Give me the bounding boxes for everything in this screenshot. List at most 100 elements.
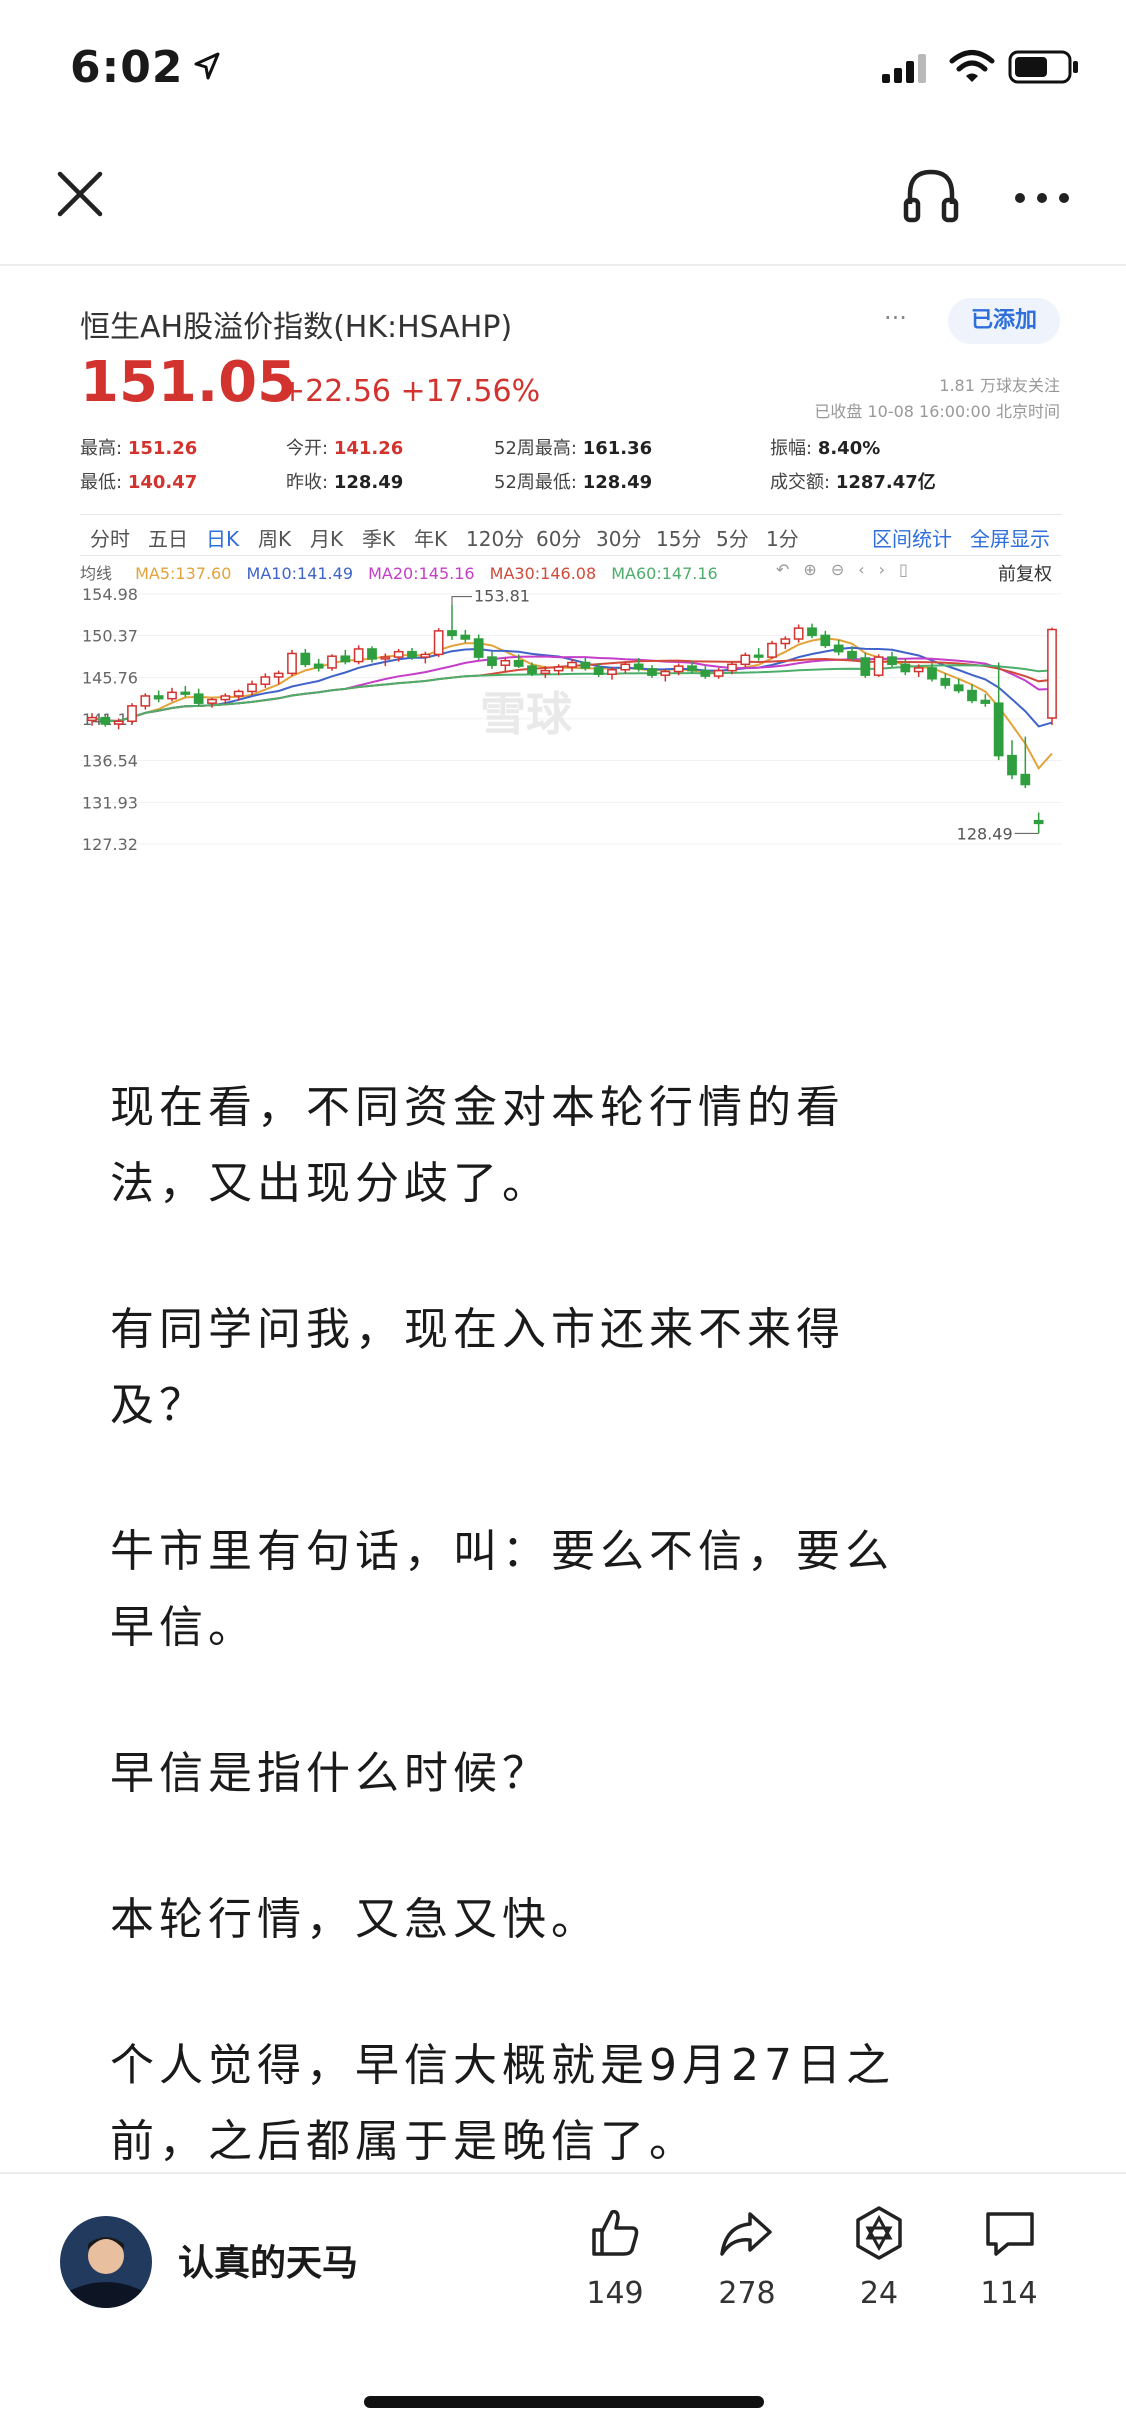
article-body: 现在看，不同资金对本轮行情的看 法，又出现分歧了。有同学问我，现在入市还来不来得及… [110, 1070, 1010, 2250]
candle-body [473, 638, 484, 658]
candle-body [340, 655, 351, 663]
watermark: 雪球 [480, 687, 573, 741]
candle-body [447, 630, 457, 637]
article-paragraph: 牛市里有句话，叫：要么不信，要么 早信。 [110, 1514, 1010, 1666]
article-paragraph: 有同学问我，现在入市还来不来得 及？ [110, 1292, 1010, 1444]
cellular-signal-icon [882, 54, 926, 83]
tab-fenshi[interactable]: 分时 [90, 523, 130, 552]
candle-body [127, 705, 137, 723]
candle-body [87, 716, 97, 722]
tab-5min[interactable]: 5分 [716, 523, 749, 552]
candle-body [140, 695, 151, 707]
candle-body [673, 665, 684, 673]
candle-body [820, 634, 831, 647]
candle-body [287, 652, 297, 675]
zoom-out-icon[interactable]: ⊖ [831, 560, 858, 579]
candle-body [807, 627, 817, 637]
min-label: 128.49 [957, 824, 1013, 843]
prev-icon[interactable]: ‹ [858, 560, 878, 579]
candle-body [420, 653, 431, 658]
candle-body [113, 720, 124, 725]
article-line: 现在看，不同资金对本轮行情的看 [110, 1082, 845, 1133]
status-time: 6:02 [70, 42, 184, 93]
footer-divider [0, 2172, 1126, 2174]
market-closed-info: 已收盘 10-08 16:00:00 北京时间 [814, 402, 1060, 421]
tab-wuri[interactable]: 五日 [148, 523, 188, 552]
candle-body [633, 663, 644, 670]
candle-body [713, 669, 724, 677]
tab-rik[interactable]: 日K [206, 523, 239, 552]
tab-15min[interactable]: 15分 [656, 523, 701, 552]
candle-body [193, 693, 204, 704]
y-tick-label: 127.32 [82, 835, 138, 854]
candle-body [367, 648, 377, 660]
candle-body [593, 667, 604, 676]
stat-open: 今开: 141.26 [286, 438, 404, 459]
candle-body [1047, 628, 1057, 719]
comment-count: 114 [980, 2276, 1038, 2311]
tab-yuek[interactable]: 月K [310, 523, 343, 552]
candle-body [487, 656, 497, 666]
tab-1min[interactable]: 1分 [766, 523, 799, 552]
candle-body [540, 669, 551, 675]
author-avatar[interactable] [60, 2216, 152, 2308]
candle-body [460, 634, 471, 640]
stat-52w-low: 52周最低: 128.49 [494, 472, 653, 493]
added-button[interactable]: 已添加 [948, 298, 1060, 344]
tab-jik[interactable]: 季K [362, 523, 395, 552]
tab-60min[interactable]: 60分 [536, 523, 581, 552]
nav-divider [0, 264, 1126, 266]
card-more-button[interactable]: ··· [884, 304, 907, 332]
article-line: 早信是指什么时候？ [110, 1748, 551, 1799]
candle-body [233, 690, 244, 697]
candlestick-chart[interactable]: 154.98150.37145.76141.17136.54131.93127.… [80, 580, 1062, 860]
candle-body [167, 691, 177, 700]
candle-body [1033, 819, 1044, 825]
tab-zhouk[interactable]: 周K [258, 523, 291, 552]
candle-body [300, 652, 311, 666]
tab-30min[interactable]: 30分 [596, 523, 641, 552]
tab-niank[interactable]: 年K [414, 523, 447, 552]
candle-body [220, 695, 231, 701]
candle-body [513, 659, 524, 667]
max-label: 153.81 [474, 587, 530, 606]
article-paragraph: 早信是指什么时候？ [110, 1736, 1010, 1812]
candle-body [967, 689, 977, 702]
battery-icon [1008, 50, 1078, 84]
comment-icon[interactable] [982, 2208, 1038, 2260]
author-name[interactable]: 认真的天马 [178, 2234, 358, 2286]
max-marker [451, 596, 472, 605]
candle-body [860, 657, 871, 676]
zoom-in-icon[interactable]: ⊕ [803, 560, 830, 579]
candle-body [873, 656, 884, 676]
candle-body [607, 668, 617, 676]
range-stats-button[interactable]: 区间统计 [872, 523, 952, 552]
stat-amplitude: 振幅: 8.40% [770, 438, 881, 459]
tab-120min[interactable]: 120分 [466, 523, 524, 552]
close-icon[interactable] [54, 168, 106, 220]
candle-body [153, 695, 164, 700]
like-icon[interactable] [588, 2206, 642, 2260]
article-line: 法，又出现分歧了。 [110, 1158, 551, 1209]
y-tick-label: 145.76 [82, 668, 138, 687]
candle-body [580, 661, 591, 669]
period-tabs: 分时 五日 日K 周K 月K 季K 年K 120分 60分 30分 15分 5分… [80, 514, 1062, 556]
share-icon[interactable] [718, 2208, 774, 2260]
stat-prev-close: 昨收: 128.49 [286, 472, 404, 493]
stat-52w-high: 52周最高: 161.36 [494, 438, 653, 459]
candle-body [993, 702, 1004, 757]
reward-icon[interactable] [852, 2204, 906, 2262]
stock-name[interactable]: 恒生AH股溢价指数(HK:HSAHP) [80, 302, 512, 346]
home-indicator[interactable] [364, 2396, 764, 2408]
fullscreen-button[interactable]: 全屏显示 [970, 523, 1050, 552]
more-options-icon[interactable] [1012, 178, 1072, 218]
undo-icon[interactable]: ↶ [776, 560, 803, 579]
candle-body [887, 656, 897, 666]
candle-body [180, 691, 191, 695]
stat-high: 最高: 151.26 [80, 438, 198, 459]
candle-body [740, 654, 751, 666]
next-icon[interactable]: › [879, 560, 899, 579]
headphones-icon[interactable] [900, 164, 962, 226]
candle-body [553, 666, 564, 672]
lock-icon[interactable]: ▯ [899, 560, 922, 579]
